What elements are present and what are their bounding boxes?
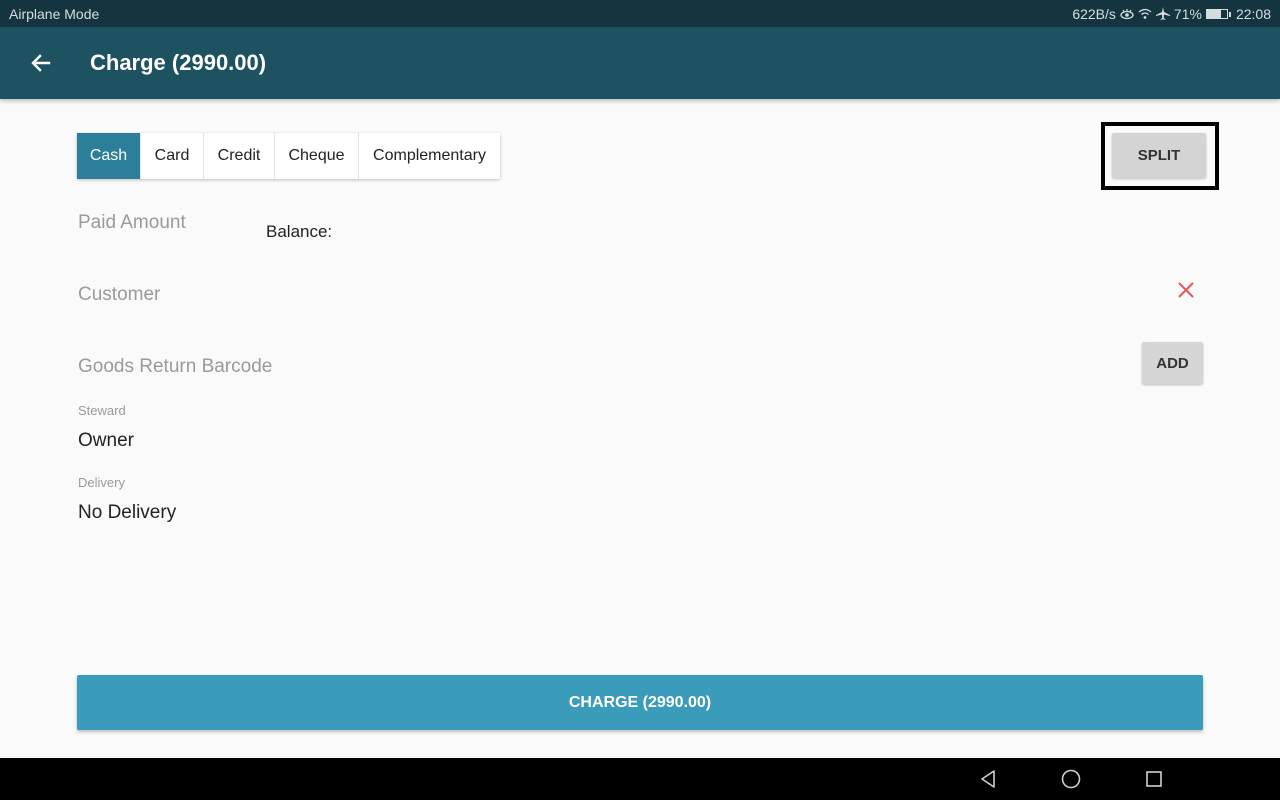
square-recents-icon [1146, 771, 1162, 787]
tab-cheque[interactable]: Cheque [275, 133, 359, 179]
add-button[interactable]: ADD [1142, 342, 1203, 384]
back-button[interactable] [21, 43, 61, 83]
status-airplane-mode-text: Airplane Mode [9, 5, 100, 22]
tab-credit[interactable]: Credit [204, 133, 275, 179]
delivery-select[interactable]: No Delivery [78, 502, 176, 524]
charge-button[interactable]: CHARGE (2990.00) [77, 675, 1203, 730]
steward-select[interactable]: Owner [78, 430, 134, 452]
steward-label: Steward [78, 403, 126, 418]
nav-recents-button[interactable] [1142, 767, 1166, 791]
clock: 22:08 [1235, 5, 1271, 22]
arrow-left-icon [31, 54, 51, 72]
app-bar: Charge (2990.00) [0, 27, 1280, 99]
page-title: Charge (2990.00) [90, 50, 267, 75]
eye-comfort-icon [1120, 8, 1134, 20]
close-icon [1178, 282, 1194, 298]
delivery-label: Delivery [78, 475, 125, 490]
tab-cash[interactable]: Cash [77, 133, 141, 179]
wifi-icon [1138, 8, 1152, 20]
status-bar: Airplane Mode 622B/s 71% 22:08 [0, 0, 1280, 27]
payment-method-tabs: Cash Card Credit Cheque Complementary [77, 133, 500, 179]
customer-input[interactable]: Customer [78, 284, 1118, 310]
circle-home-icon [1061, 769, 1081, 789]
paid-amount-input[interactable]: Paid Amount [78, 212, 248, 238]
triangle-back-icon [981, 770, 995, 788]
tab-complementary[interactable]: Complementary [359, 133, 500, 179]
nav-home-button[interactable] [1059, 767, 1083, 791]
goods-return-barcode-input[interactable]: Goods Return Barcode [78, 356, 1118, 382]
battery-percent: 71% [1173, 5, 1202, 22]
balance-label: Balance: [266, 222, 333, 241]
nav-back-button[interactable] [976, 767, 1000, 791]
tab-card[interactable]: Card [141, 133, 204, 179]
split-button[interactable]: SPLIT [1112, 133, 1206, 178]
clear-customer-button[interactable] [1174, 278, 1198, 302]
battery-icon [1205, 8, 1231, 19]
airplane-icon [1155, 7, 1170, 20]
status-indicators: 622B/s 71% 22:08 [1072, 6, 1271, 22]
system-navigation-bar [0, 758, 1280, 800]
network-speed: 622B/s [1072, 5, 1116, 22]
